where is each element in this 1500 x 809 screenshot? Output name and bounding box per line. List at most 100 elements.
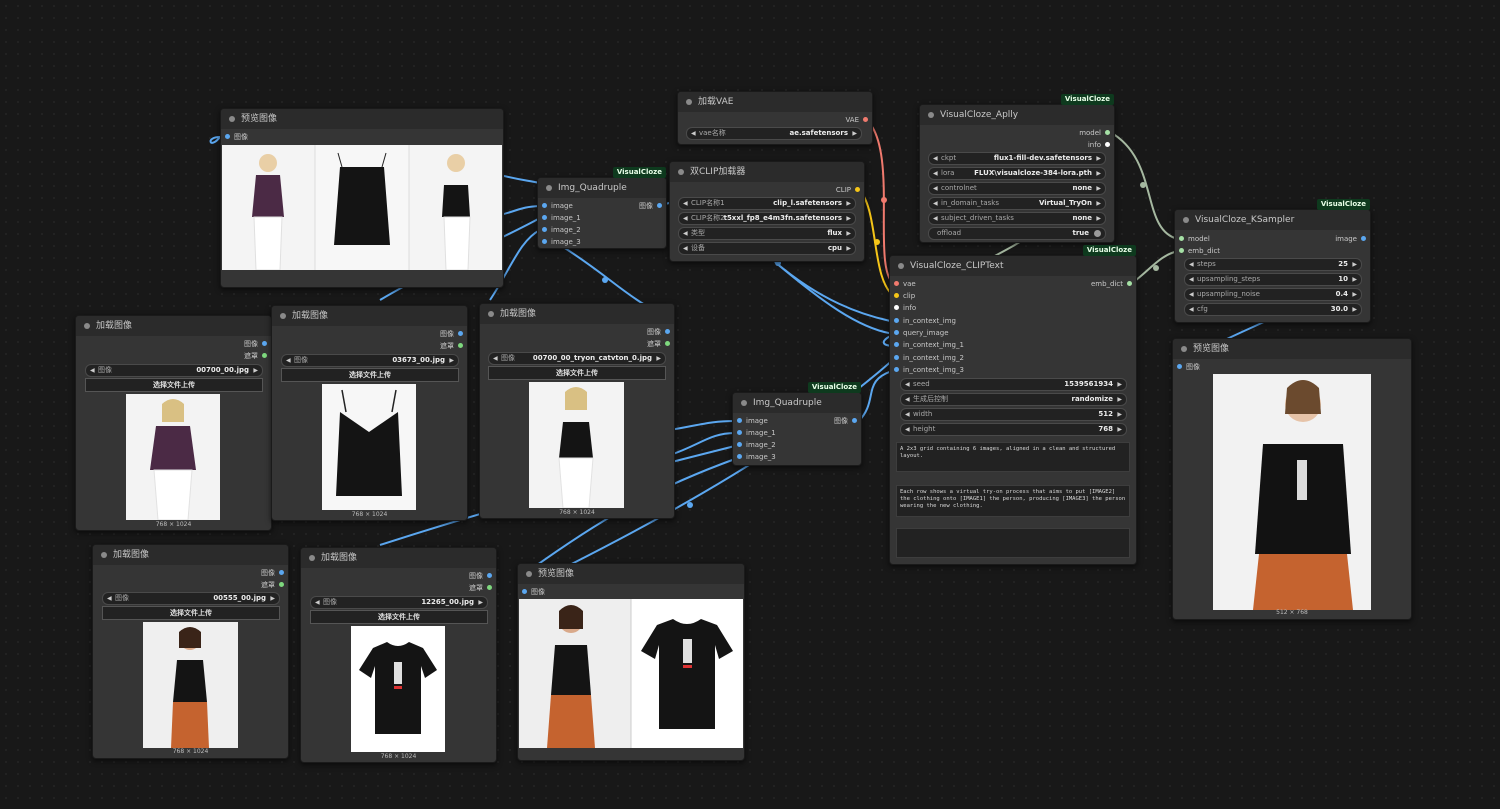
arrow-left-icon[interactable]: ◀ <box>691 128 696 139</box>
port-dot-icon[interactable] <box>737 429 742 435</box>
port-dot-icon[interactable] <box>487 572 492 578</box>
node-title[interactable]: 预览图像 <box>518 564 744 584</box>
collapse-dot-icon[interactable] <box>526 571 532 577</box>
arrow-right-icon[interactable]: ▶ <box>846 228 851 239</box>
input-in-context-img[interactable]: in_context_img <box>894 315 956 327</box>
arrow-left-icon[interactable]: ◀ <box>905 379 910 390</box>
collapse-dot-icon[interactable] <box>546 185 552 191</box>
arrow-left-icon[interactable]: ◀ <box>493 353 498 364</box>
port-dot-icon[interactable] <box>458 330 463 336</box>
preview-image-node-right[interactable]: 预览图像 图像 512 × 768 <box>1172 338 1412 620</box>
output-image[interactable]: image <box>1335 233 1366 245</box>
port-dot-icon[interactable] <box>279 569 284 575</box>
dual-clip-loader-node[interactable]: 双CLIP加载器 CLIP ◀ CLIP名称1 clip_l.safetensors… <box>669 161 865 262</box>
node-title[interactable]: VisualCloze_Aplly <box>920 105 1114 125</box>
input-emb-dict[interactable]: emb_dict <box>1179 245 1220 257</box>
input-image-1[interactable]: image_1 <box>542 212 581 224</box>
node-title[interactable]: Img_Quadruple <box>733 393 861 413</box>
output-mask[interactable]: 遮罩 <box>469 582 492 594</box>
load-image-node-3[interactable]: 加载图像 图像 遮罩 ◀ 图像 00700_00_tryon_catvton_0.j… <box>479 303 675 519</box>
collapse-dot-icon[interactable] <box>280 313 286 319</box>
port-dot-icon[interactable] <box>1361 235 1366 241</box>
input-in-context-img-2[interactable]: in_context_img_2 <box>894 352 964 364</box>
port-dot-icon[interactable] <box>894 292 899 298</box>
node-title[interactable]: 加载图像 <box>301 548 496 568</box>
collapse-dot-icon[interactable] <box>898 263 904 269</box>
port-dot-icon[interactable] <box>542 226 547 232</box>
device-select[interactable]: ◀ 设备 cpu ▶ <box>678 242 856 255</box>
output-image[interactable]: 图像 <box>440 328 463 340</box>
port-dot-icon[interactable] <box>894 354 899 360</box>
port-dot-icon[interactable] <box>487 584 492 590</box>
port-dot-icon[interactable] <box>737 453 742 459</box>
collapse-dot-icon[interactable] <box>84 323 90 329</box>
node-title[interactable]: VisualCloze_CLIPText <box>890 256 1136 276</box>
port-dot-icon[interactable] <box>855 186 860 192</box>
input-image-2[interactable]: image_2 <box>542 224 581 236</box>
arrow-right-icon[interactable]: ▶ <box>478 597 483 608</box>
arrow-left-icon[interactable]: ◀ <box>905 394 910 405</box>
ckpt-select[interactable]: ◀ ckpt flux1-fill-dev.safetensors ▶ <box>928 152 1106 165</box>
load-vae-node[interactable]: 加载VAE VAE ◀ vae名称 ae.safetensors ▶ <box>677 91 873 145</box>
in-domain-tasks-select[interactable]: ◀ in_domain_tasks Virtual_TryOn ▶ <box>928 197 1106 210</box>
arrow-right-icon[interactable]: ▶ <box>1096 168 1101 179</box>
port-dot-icon[interactable] <box>522 588 527 594</box>
offload-toggle[interactable]: offload true <box>928 227 1106 240</box>
type-select[interactable]: ◀ 类型 flux ▶ <box>678 227 856 240</box>
port-dot-icon[interactable] <box>1179 235 1184 241</box>
input-model[interactable]: model <box>1179 233 1210 245</box>
output-info[interactable]: info <box>1088 139 1110 151</box>
node-title[interactable]: 预览图像 <box>1173 339 1411 359</box>
node-title[interactable]: Img_Quadruple <box>538 178 666 198</box>
arrow-left-icon[interactable]: ◀ <box>286 355 291 366</box>
output-mask[interactable]: 遮罩 <box>261 579 284 591</box>
node-title[interactable]: 加载图像 <box>272 306 467 326</box>
arrow-right-icon[interactable]: ▶ <box>1117 394 1122 405</box>
arrow-right-icon[interactable]: ▶ <box>1117 409 1122 420</box>
load-image-node-2[interactable]: 加载图像 图像 遮罩 ◀ 图像 03673_00.jpg ▶ 选择文件上传 768 ×… <box>271 305 468 521</box>
arrow-right-icon[interactable]: ▶ <box>1096 153 1101 164</box>
arrow-left-icon[interactable]: ◀ <box>905 424 910 435</box>
arrow-right-icon[interactable]: ▶ <box>846 198 851 209</box>
height-input[interactable]: ◀ height 768 ▶ <box>900 423 1127 436</box>
input-image[interactable]: 图像 <box>522 586 545 598</box>
seed-input[interactable]: ◀ seed 1539561934 ▶ <box>900 378 1127 391</box>
input-image[interactable]: 图像 <box>1177 361 1200 373</box>
arrow-right-icon[interactable]: ▶ <box>1117 424 1122 435</box>
arrow-left-icon[interactable]: ◀ <box>107 593 112 604</box>
collapse-dot-icon[interactable] <box>1183 217 1189 223</box>
node-title[interactable]: 双CLIP加载器 <box>670 162 864 182</box>
port-dot-icon[interactable] <box>542 214 547 220</box>
collapse-dot-icon[interactable] <box>229 116 235 122</box>
upload-file-button[interactable]: 选择文件上传 <box>102 606 280 620</box>
port-dot-icon[interactable] <box>225 133 230 139</box>
arrow-right-icon[interactable]: ▶ <box>449 355 454 366</box>
upload-file-button[interactable]: 选择文件上传 <box>310 610 488 624</box>
toggle-knob-icon[interactable] <box>1094 230 1101 237</box>
control-after-generate-select[interactable]: ◀ 生成后控制 randomize ▶ <box>900 393 1127 406</box>
node-title[interactable]: 加载图像 <box>93 545 288 565</box>
arrow-left-icon[interactable]: ◀ <box>90 365 95 376</box>
port-dot-icon[interactable] <box>665 340 670 346</box>
image-file-select[interactable]: ◀ 图像 00700_00_tryon_catvton_0.jpg ▶ <box>488 352 666 365</box>
node-title[interactable]: 加载图像 <box>480 304 674 324</box>
node-title[interactable]: VisualCloze_KSampler <box>1175 210 1370 230</box>
clip-name2-select[interactable]: ◀ CLIP名称2 t5xxl_fp8_e4m3fn.safetensors ▶ <box>678 212 856 225</box>
input-image[interactable]: image <box>737 415 768 427</box>
collapse-dot-icon[interactable] <box>686 99 692 105</box>
input-image-3[interactable]: image_3 <box>737 451 776 463</box>
arrow-left-icon[interactable]: ◀ <box>683 243 688 254</box>
arrow-left-icon[interactable]: ◀ <box>933 198 938 209</box>
collapse-dot-icon[interactable] <box>1181 346 1187 352</box>
collapse-dot-icon[interactable] <box>928 112 934 118</box>
port-dot-icon[interactable] <box>262 352 267 358</box>
upload-file-button[interactable]: 选择文件上传 <box>85 378 263 392</box>
arrow-right-icon[interactable]: ▶ <box>846 213 851 224</box>
input-image-1[interactable]: image_1 <box>737 427 776 439</box>
port-dot-icon[interactable] <box>279 581 284 587</box>
visualcloze-cliptext-node[interactable]: VisualCloze VisualCloze_CLIPText emb_dic… <box>889 245 1137 565</box>
input-image-3[interactable]: image_3 <box>542 236 581 248</box>
port-dot-icon[interactable] <box>894 317 899 323</box>
output-image[interactable]: 图像 <box>639 200 662 212</box>
output-mask[interactable]: 遮罩 <box>440 340 463 352</box>
